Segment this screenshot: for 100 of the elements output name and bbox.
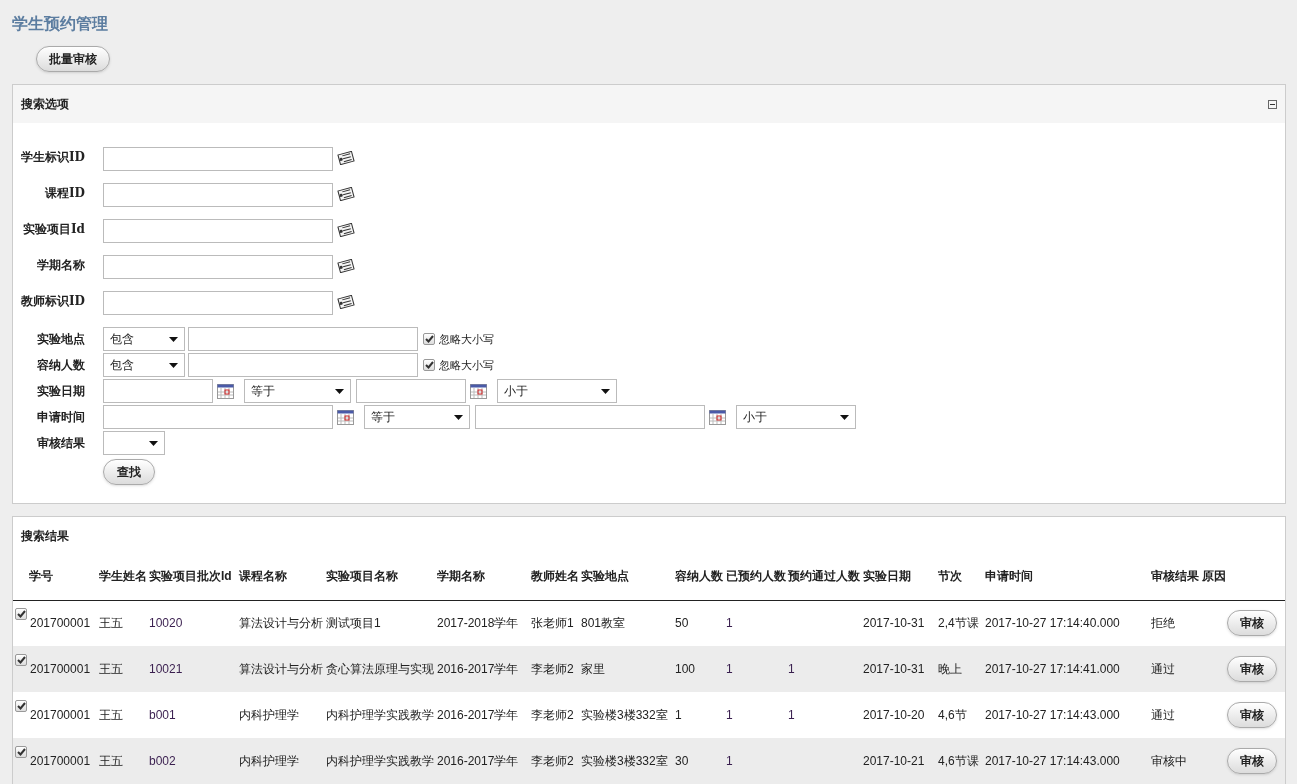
checkbox[interactable] bbox=[15, 700, 27, 712]
operator-dropdown[interactable]: 等于 bbox=[244, 379, 351, 403]
table-cell-text: 201700001 bbox=[30, 615, 91, 633]
input-field[interactable] bbox=[103, 183, 333, 207]
field-label: 实验项目Id bbox=[22, 221, 85, 238]
review-button[interactable]: 审核 bbox=[1227, 748, 1277, 774]
table-cell: 2017-10-27 17:14:43.000 bbox=[985, 754, 1120, 768]
table-cell: 2017-10-21 bbox=[863, 754, 925, 768]
field-label: 实验地点 bbox=[36, 331, 85, 348]
table-cell: 实验楼3楼332室 bbox=[581, 754, 668, 768]
calendar-icon[interactable] bbox=[337, 409, 354, 425]
table-cell: 2016-2017学年 bbox=[437, 754, 519, 768]
table-cell: 1 bbox=[726, 708, 733, 722]
field-label: 审核结果 bbox=[36, 435, 85, 452]
calendar-icon[interactable] bbox=[217, 383, 234, 399]
table-cell: 2017-10-31 bbox=[863, 616, 925, 631]
table-cell: 李老师2 bbox=[531, 708, 574, 722]
date-field[interactable] bbox=[103, 405, 333, 429]
column-header: 实验日期 bbox=[863, 569, 911, 584]
table-cell: 实验楼3楼332室 bbox=[581, 708, 668, 722]
input-field[interactable] bbox=[103, 255, 333, 279]
calendar-icon[interactable] bbox=[470, 383, 487, 399]
table-cell: 2017-10-20 bbox=[863, 708, 925, 722]
page-title: 学生预约管理 bbox=[12, 14, 109, 34]
operator-dropdown[interactable]: 等于 bbox=[364, 405, 470, 429]
table-cell-text: 201700001 bbox=[30, 753, 91, 770]
column-header: 实验地点 bbox=[581, 569, 629, 584]
field-label: 课程ID bbox=[43, 185, 85, 202]
date-field[interactable] bbox=[103, 379, 213, 403]
table-cell: 算法设计与分析 bbox=[239, 616, 323, 631]
column-header: 学生姓名 bbox=[99, 569, 147, 584]
table-cell: 2017-2018学年 bbox=[437, 616, 519, 631]
checkbox[interactable] bbox=[15, 654, 27, 666]
table-cell: 30 bbox=[675, 754, 689, 768]
batch-review-button[interactable]: 批量审核 bbox=[36, 46, 110, 72]
table-cell: 1 bbox=[726, 662, 733, 676]
operator-dropdown[interactable]: 包含 bbox=[103, 327, 185, 351]
date-field[interactable] bbox=[475, 405, 705, 429]
column-header: 课程名称 bbox=[239, 569, 287, 584]
caret-icon bbox=[601, 388, 610, 394]
field-label: 容纳人数 bbox=[36, 357, 85, 374]
checkbox[interactable] bbox=[15, 608, 27, 621]
column-header: 原因 bbox=[1202, 569, 1226, 584]
caret-icon bbox=[454, 414, 463, 420]
checkbox[interactable] bbox=[423, 359, 435, 371]
panel-title: 搜索结果 bbox=[20, 528, 70, 545]
table-cell: 2017-10-27 17:14:40.000 bbox=[985, 616, 1120, 631]
review-button[interactable]: 审核 bbox=[1227, 610, 1277, 637]
table-cell: 王五 bbox=[99, 708, 123, 722]
table-cell: 1 bbox=[788, 708, 795, 722]
table-cell: 2016-2017学年 bbox=[437, 708, 519, 722]
table-cell: 2017-10-31 bbox=[863, 662, 925, 676]
collapse-icon[interactable] bbox=[1268, 99, 1277, 109]
table-cell: 10020 bbox=[149, 616, 183, 631]
checkbox[interactable] bbox=[15, 746, 27, 758]
input-field[interactable] bbox=[188, 353, 418, 377]
table-cell: 内科护理学实践教学 bbox=[326, 754, 434, 768]
input-field[interactable] bbox=[103, 147, 333, 171]
lookup-icon[interactable] bbox=[337, 187, 355, 201]
table-cell-text: 201700001 bbox=[30, 707, 91, 724]
column-header: 教师姓名 bbox=[531, 569, 579, 584]
input-field[interactable] bbox=[188, 327, 418, 351]
table-cell: 2,4节课 bbox=[938, 616, 979, 631]
lookup-icon[interactable] bbox=[337, 223, 355, 237]
table-cell: 算法设计与分析 bbox=[239, 662, 323, 676]
search-button[interactable]: 查找 bbox=[103, 459, 155, 485]
table-cell: 内科护理学 bbox=[239, 708, 299, 722]
lookup-icon[interactable] bbox=[337, 295, 355, 309]
review-button[interactable]: 审核 bbox=[1227, 702, 1277, 728]
lookup-icon[interactable] bbox=[337, 151, 355, 165]
panel-title: 搜索选项 bbox=[21, 96, 69, 113]
table-cell: 审核中 bbox=[1151, 754, 1187, 768]
column-header: 学期名称 bbox=[437, 569, 485, 584]
table-cell: 李老师2 bbox=[531, 754, 574, 768]
table-cell: 王五 bbox=[99, 754, 123, 768]
table-cell: 2017-10-27 17:14:43.000 bbox=[985, 708, 1120, 722]
table-cell: 2016-2017学年 bbox=[437, 662, 519, 676]
operator-dropdown[interactable]: 小于 bbox=[497, 379, 617, 403]
input-field[interactable] bbox=[103, 219, 333, 243]
operator-dropdown[interactable]: 小于 bbox=[736, 405, 856, 429]
table-cell: 王五 bbox=[99, 662, 123, 676]
table-cell: 1 bbox=[726, 754, 733, 768]
table-cell: 2017-10-27 17:14:41.000 bbox=[985, 662, 1120, 676]
calendar-icon[interactable] bbox=[709, 409, 726, 425]
input-field[interactable] bbox=[103, 291, 333, 315]
checkbox[interactable] bbox=[423, 333, 435, 345]
lookup-icon[interactable] bbox=[337, 259, 355, 273]
table-cell: 10021 bbox=[149, 662, 183, 676]
review-button[interactable]: 审核 bbox=[1227, 656, 1277, 682]
operator-dropdown[interactable]: 包含 bbox=[103, 353, 185, 377]
table-cell: 张老师1 bbox=[531, 616, 574, 631]
table-cell: 通过 bbox=[1151, 708, 1175, 722]
caret-icon bbox=[149, 440, 158, 446]
table-cell: 4,6节 bbox=[938, 708, 967, 722]
field-label: 实验日期 bbox=[36, 383, 85, 400]
table-cell: 1 bbox=[788, 662, 795, 676]
column-header: 容纳人数 bbox=[675, 569, 723, 584]
table-cell: 4,6节课 bbox=[938, 754, 979, 768]
table-cell: 通过 bbox=[1151, 662, 1175, 676]
date-field[interactable] bbox=[356, 379, 466, 403]
